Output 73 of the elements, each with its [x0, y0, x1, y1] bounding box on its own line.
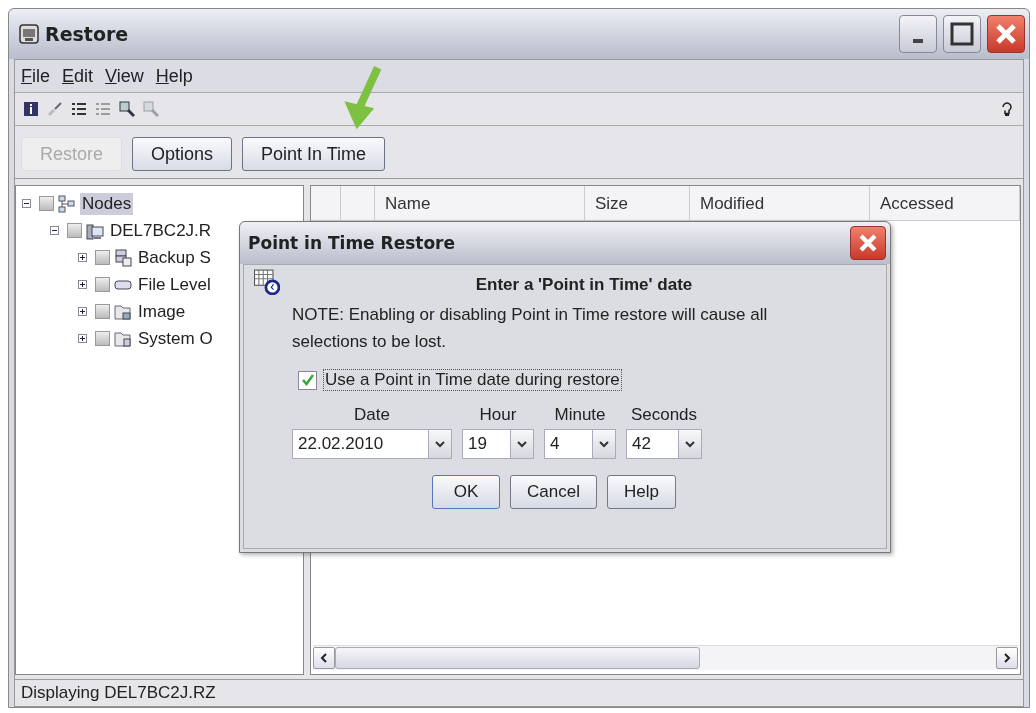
- column-header[interactable]: Modified: [690, 186, 870, 220]
- menu-item[interactable]: Edit: [62, 65, 94, 87]
- folder-icon: [114, 329, 132, 348]
- minimize-icon: [913, 39, 923, 43]
- server-icon: [114, 248, 132, 267]
- help-icon[interactable]: [999, 101, 1015, 117]
- tree-checkbox[interactable]: [95, 250, 110, 265]
- column-header[interactable]: Name: [375, 186, 585, 220]
- column-header[interactable]: Accessed: [870, 186, 1020, 220]
- scroll-left-button[interactable]: [313, 647, 335, 669]
- close-button[interactable]: [987, 15, 1025, 53]
- dropdown-field[interactable]: 4: [544, 429, 616, 459]
- chevron-down-icon: [517, 439, 527, 449]
- menu-item[interactable]: View: [105, 65, 144, 87]
- tree-item[interactable]: File Level: [136, 273, 213, 296]
- status-text: Displaying DEL7BC2J.RZ: [21, 683, 216, 703]
- chevron-down-icon: [685, 439, 695, 449]
- tree-item[interactable]: Backup S: [136, 246, 213, 269]
- dialog-heading: Enter a 'Point in Time' date: [474, 275, 694, 295]
- scroll-right-button[interactable]: [996, 647, 1018, 669]
- menu-item[interactable]: File: [21, 65, 50, 87]
- toolbar-button[interactable]: Point In Time: [242, 137, 386, 171]
- checkbox-label[interactable]: Use a Point in Time date during restore: [323, 369, 622, 391]
- info-icon[interactable]: [23, 101, 39, 117]
- tree-checkbox[interactable]: [95, 331, 110, 346]
- dialog-title: Point in Time Restore: [248, 233, 455, 253]
- checkbox[interactable]: [298, 370, 317, 390]
- expand-toggle[interactable]: [78, 253, 87, 262]
- field-label: Seconds: [630, 405, 698, 425]
- note-text: NOTE: Enabling or disabling Point in Time restore will cause all selections to be lost.: [292, 304, 769, 353]
- tree-checkbox[interactable]: [95, 277, 110, 292]
- dropdown-field[interactable]: 22.02.2010: [292, 429, 452, 459]
- field-label: Hour: [479, 405, 517, 425]
- list-icon[interactable]: [71, 101, 87, 117]
- window-title: Restore: [45, 23, 129, 45]
- collapse-toggle[interactable]: [22, 199, 31, 208]
- horizontal-scrollbar[interactable]: [313, 645, 1018, 670]
- expand-toggle[interactable]: [78, 307, 87, 316]
- chevron-right-icon: [1002, 653, 1012, 663]
- chevron-left-icon: [319, 653, 329, 663]
- tree-item[interactable]: DEL7BC2J.R: [108, 219, 214, 242]
- collapse-toggle[interactable]: [50, 226, 59, 235]
- field-label: Date: [354, 405, 390, 425]
- scrollbar-thumb[interactable]: [335, 647, 700, 669]
- column-header[interactable]: Size: [585, 186, 690, 220]
- tree-checkbox[interactable]: [95, 304, 110, 319]
- expand-toggle[interactable]: [78, 334, 87, 343]
- dropdown-field[interactable]: 42: [626, 429, 702, 459]
- minimize-button[interactable]: [899, 15, 937, 53]
- search-icon[interactable]: [119, 101, 135, 117]
- dropdown-field[interactable]: 19: [462, 429, 534, 459]
- tree-item[interactable]: Nodes: [80, 192, 134, 215]
- folder-icon: [114, 302, 132, 321]
- brush-icon[interactable]: [47, 101, 63, 117]
- network-icon: [58, 194, 76, 213]
- chevron-down-icon: [435, 439, 445, 449]
- maximize-button[interactable]: [943, 15, 981, 53]
- calendar-clock-icon: [254, 269, 280, 295]
- field-label: Minute: [554, 405, 606, 425]
- app-icon: [19, 24, 39, 44]
- dialog-button[interactable]: Cancel: [510, 475, 597, 509]
- tree-item[interactable]: System O: [136, 327, 215, 350]
- tree-checkbox[interactable]: [39, 196, 54, 211]
- expand-toggle[interactable]: [78, 280, 87, 289]
- computer-icon: [86, 221, 104, 240]
- chevron-down-icon: [599, 439, 609, 449]
- tree-checkbox[interactable]: [67, 223, 82, 238]
- menu-item[interactable]: Help: [155, 65, 193, 87]
- tree-item[interactable]: Image: [136, 300, 188, 323]
- dialog-button[interactable]: OK: [432, 475, 501, 509]
- close-button[interactable]: [850, 226, 886, 260]
- toolbar-button[interactable]: Options: [132, 137, 233, 171]
- dialog-button[interactable]: Help: [606, 475, 676, 509]
